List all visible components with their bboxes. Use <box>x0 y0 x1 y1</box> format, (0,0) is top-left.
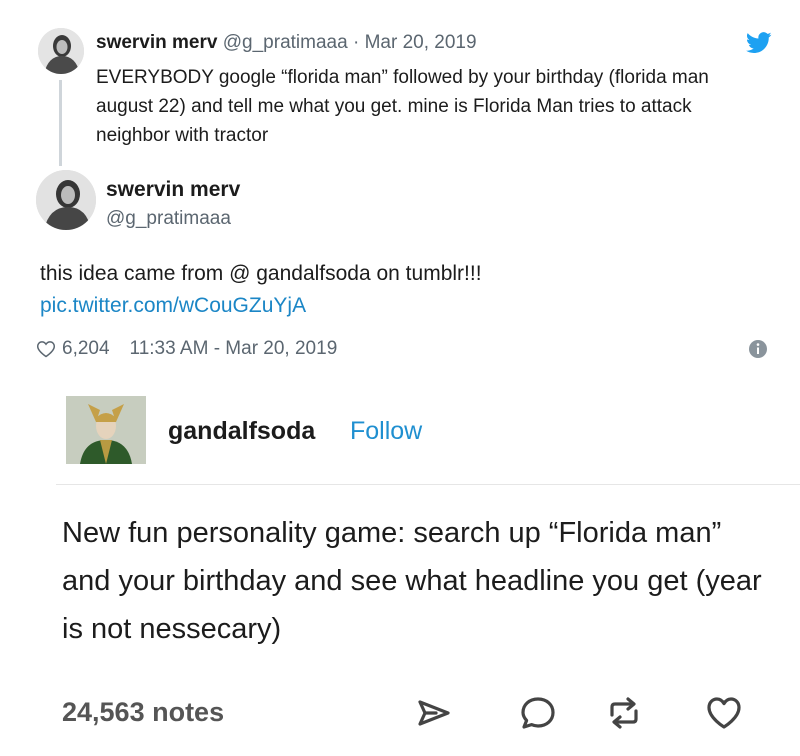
twitter-bird-icon[interactable] <box>745 32 772 54</box>
heart-outline-icon[interactable] <box>36 339 56 359</box>
reply-author-name[interactable]: swervin merv <box>96 32 217 53</box>
header-separator: · <box>352 32 360 53</box>
info-icon[interactable] <box>748 339 768 359</box>
tumblr-username[interactable]: gandalfsoda <box>168 417 315 446</box>
tweet-timestamp[interactable]: 11:33 AM - Mar 20, 2019 <box>130 338 338 360</box>
reply-icon[interactable] <box>518 694 558 732</box>
notes-count[interactable]: 24,563 notes <box>62 697 224 728</box>
post-divider <box>56 484 800 485</box>
share-icon[interactable] <box>414 694 454 732</box>
tweet-text: this idea came from @ gandalfsoda on tum… <box>40 262 482 285</box>
reply-author-avatar[interactable] <box>38 28 84 74</box>
reblog-icon[interactable] <box>604 694 644 732</box>
tumblr-post-body: New fun personality game: search up “Flo… <box>62 517 762 645</box>
thread-connector-line <box>59 80 62 166</box>
tumblr-user-avatar[interactable] <box>66 396 146 464</box>
reply-author-handle[interactable]: @g_pratimaaa <box>223 32 348 53</box>
tweet-author-handle[interactable]: @g_pratimaaa <box>106 208 231 230</box>
like-count: 6,204 <box>62 338 110 359</box>
reply-tweet-date[interactable]: Mar 20, 2019 <box>365 32 477 53</box>
heart-icon[interactable] <box>704 694 744 732</box>
follow-button[interactable]: Follow <box>350 417 422 446</box>
tweet-author-avatar[interactable] <box>36 170 96 230</box>
reply-tweet-text: EVERYBODY google “florida man” followed … <box>96 67 709 146</box>
tweet-media-link[interactable]: pic.twitter.com/wCouGZuYjA <box>40 294 306 318</box>
reply-tweet-header: swervin merv @g_pratimaaa · Mar 20, 2019 <box>96 32 477 54</box>
tweet-meta-row: 6,204 11:33 AM - Mar 20, 2019 <box>36 336 337 362</box>
tweet-author-name[interactable]: swervin merv <box>106 178 240 202</box>
